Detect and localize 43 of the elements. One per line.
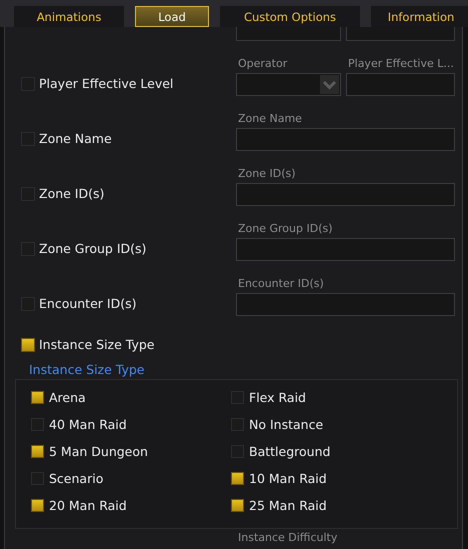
checkbox-label: Arena (49, 390, 86, 404)
input-field[interactable] (236, 128, 455, 151)
checkbox-label: Battleground (249, 444, 330, 458)
operator-dropdown[interactable] (236, 73, 341, 96)
option-label: Zone ID(s) (39, 186, 104, 201)
checkbox-label: 5 Man Dungeon (49, 444, 148, 458)
option-label: Zone Group ID(s) (39, 241, 146, 256)
checkbox-label: 20 Man Raid (49, 498, 127, 512)
checkbox[interactable] (231, 472, 244, 484)
option-label: Player Effective Level (39, 76, 174, 91)
input-field[interactable] (346, 73, 455, 96)
field-label: Zone ID(s) (238, 167, 297, 181)
section-header: Instance Size Type (29, 362, 144, 377)
tab[interactable]: Animations (14, 6, 124, 27)
checkbox-label: 40 Man Raid (49, 416, 127, 432)
input-field[interactable] (236, 293, 455, 316)
tab[interactable]: Information (371, 6, 468, 27)
input-field[interactable] (236, 238, 455, 261)
option-label: Zone Name (39, 131, 112, 146)
dropdown[interactable] (236, 27, 341, 41)
option-label: Encounter ID(s) (39, 296, 136, 311)
field-label: Zone Name (238, 112, 303, 126)
input-field[interactable] (236, 183, 455, 206)
field-label: Zone Group ID(s) (238, 222, 334, 236)
checkbox-label: No Instance (249, 416, 324, 432)
checkbox-label: Scenario (49, 470, 104, 486)
option-label: Instance Size Type (39, 337, 154, 352)
checkbox-label: 10 Man Raid (249, 470, 327, 486)
tab[interactable]: Load (135, 6, 209, 27)
tab[interactable]: Custom Options (220, 6, 360, 27)
checkbox[interactable] (31, 444, 44, 458)
checkbox[interactable] (21, 338, 35, 352)
input-field[interactable] (346, 27, 455, 41)
checkbox-label: 25 Man Raid (249, 498, 327, 512)
checkbox-label: Flex Raid (249, 390, 306, 404)
checkbox[interactable] (31, 498, 44, 512)
checkbox[interactable] (31, 390, 44, 404)
chevron-down-icon (320, 75, 339, 94)
field-label: Instance Difficulty (238, 531, 338, 544)
field-label: Encounter ID(s) (238, 277, 325, 291)
field-label: Operator (238, 57, 288, 71)
field-label: Player Effective L... (348, 57, 455, 71)
checkbox[interactable] (231, 498, 244, 512)
